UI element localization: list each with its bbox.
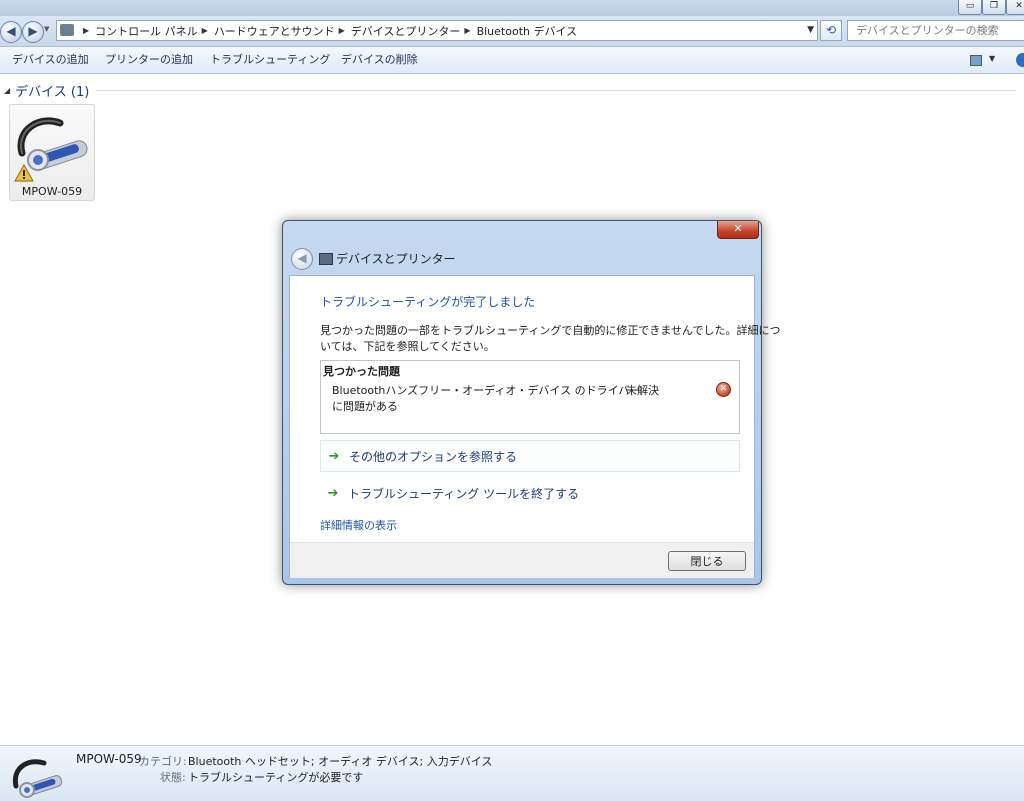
option-label: その他のオプションを参照する	[349, 449, 518, 464]
refresh-icon: ⟲	[825, 23, 837, 37]
refresh-button[interactable]: ⟲	[820, 20, 842, 41]
breadcrumb-item-devices-printers[interactable]: デバイスとプリンター	[351, 23, 461, 39]
bluetooth-headset-icon	[14, 117, 88, 182]
troubleshooting-dialog: ✕ ◀ デバイスとプリンター トラブルシューティングが完了しました 見つかった問…	[282, 220, 780, 585]
address-bar-row: ◀ ▶ ▼ ▶ コントロール パネル ▶ ハードウェアとサウンド ▶ デバイスと…	[0, 16, 1024, 47]
back-button[interactable]: ◀	[0, 21, 22, 43]
details-status-label: 状態:	[160, 771, 186, 784]
device-tile-mpow-059[interactable]: MPOW-059	[9, 104, 95, 201]
add-device-button[interactable]: デバイスの追加	[12, 47, 89, 73]
forward-button[interactable]: ▶	[22, 21, 44, 43]
details-device-name: MPOW-059	[76, 752, 142, 766]
back-arrow-icon: ◀	[6, 24, 16, 38]
problems-found-box: 見つかった問題 Bluetoothハンズフリー・オーディオ・デバイス のドライバ…	[320, 360, 740, 434]
details-status-value: トラブルシューティングが必要です	[188, 771, 364, 784]
breadcrumb-item-bluetooth-devices[interactable]: Bluetooth デバイス	[477, 23, 578, 39]
troubleshoot-button[interactable]: トラブルシューティング	[210, 47, 330, 73]
breadcrumb: ▶ コントロール パネル ▶ ハードウェアとサウンド ▶ デバイスとプリンター …	[79, 21, 577, 40]
forward-arrow-icon: ▶	[28, 24, 38, 38]
explore-other-options-link[interactable]: ➔ その他のオプションを参照する	[320, 440, 740, 472]
problems-header: 見つかった問題	[323, 365, 400, 378]
minimize-icon: ▭	[965, 1, 975, 11]
dialog-description-line2: いては、下記を参照してください。	[320, 340, 495, 353]
help-icon[interactable]	[1016, 53, 1024, 67]
dialog-body: トラブルシューティングが完了しました 見つかった問題の一部をトラブルシューティン…	[289, 275, 780, 578]
change-view-icon[interactable]	[970, 55, 982, 66]
minimize-button[interactable]: ▭	[958, 0, 982, 15]
problem-description-line1: Bluetoothハンズフリー・オーディオ・デバイス のドライバー	[332, 384, 641, 397]
group-title: デバイス (1)	[15, 85, 90, 100]
dialog-description-line1: 見つかった問題の一部をトラブルシューティングで自動的に修正できませんでした。詳細…	[320, 324, 781, 337]
error-icon: ✕	[716, 382, 731, 397]
close-button[interactable]: 閉じる	[668, 551, 746, 571]
option-label: トラブルシューティング ツールを終了する	[348, 486, 580, 501]
close-icon: ✕	[1015, 1, 1023, 11]
dialog-footer: 閉じる	[290, 542, 754, 578]
address-box[interactable]: ▶ コントロール パネル ▶ ハードウェアとサウンド ▶ デバイスとプリンター …	[56, 20, 818, 41]
group-divider	[96, 90, 1016, 91]
view-detailed-info-link[interactable]: 詳細情報の表示	[320, 517, 397, 533]
control-panel-icon	[60, 24, 74, 36]
devices-printers-icon	[319, 253, 333, 265]
chevron-right-icon[interactable]: ▶	[202, 26, 208, 35]
dialog-close-button[interactable]: ✕	[717, 221, 759, 239]
details-category-value: Bluetooth ヘッドセット; オーディオ デバイス; 入力デバイス	[188, 755, 493, 768]
device-name-label: MPOW-059	[21, 185, 83, 198]
chevron-right-icon[interactable]: ▶	[83, 26, 89, 35]
dialog-heading: トラブルシューティングが完了しました	[320, 295, 536, 309]
search-input[interactable]: デバイスとプリンターの検索	[847, 20, 1024, 41]
details-category-label: カテゴリ:	[139, 755, 187, 768]
green-arrow-icon: ➔	[328, 448, 340, 464]
bluetooth-headset-icon	[12, 759, 63, 798]
maximize-button[interactable]: ❐	[982, 0, 1006, 15]
back-arrow-icon: ◀	[297, 251, 307, 265]
view-dropdown-icon[interactable]: ▼	[989, 54, 995, 63]
collapse-triangle-icon[interactable]: ◢	[4, 86, 10, 95]
close-troubleshooter-link[interactable]: ➔ トラブルシューティング ツールを終了する	[320, 477, 740, 509]
problem-description-line2: に問題がある	[332, 400, 398, 413]
problem-status: 未解決	[626, 384, 659, 397]
dialog-title: デバイスとプリンター	[336, 252, 456, 266]
add-printer-button[interactable]: プリンターの追加	[105, 47, 193, 73]
device-group-header[interactable]: ◢ デバイス (1)	[4, 81, 89, 100]
command-bar: デバイスの追加 プリンターの追加 トラブルシューティング デバイスの削除 ▼	[0, 47, 1024, 74]
breadcrumb-item-control-panel[interactable]: コントロール パネル	[95, 23, 198, 39]
address-dropdown-icon[interactable]: ▼	[807, 25, 814, 35]
maximize-icon: ❐	[989, 1, 999, 11]
remove-device-button[interactable]: デバイスの削除	[341, 47, 418, 73]
recent-pages-dropdown[interactable]: ▼	[44, 25, 49, 33]
dialog-back-button[interactable]: ◀	[291, 248, 313, 270]
chevron-right-icon[interactable]: ▶	[339, 26, 345, 35]
window-close-button[interactable]: ✕	[1006, 0, 1024, 15]
close-icon: ✕	[733, 222, 743, 235]
chevron-right-icon[interactable]: ▶	[464, 26, 470, 35]
green-arrow-icon: ➔	[327, 485, 339, 501]
details-pane: MPOW-059 カテゴリ: Bluetooth ヘッドセット; オーディオ デ…	[0, 745, 1024, 801]
breadcrumb-item-hardware-sound[interactable]: ハードウェアとサウンド	[214, 23, 335, 39]
window-titlebar: ▭ ❐ ✕	[0, 0, 1024, 16]
